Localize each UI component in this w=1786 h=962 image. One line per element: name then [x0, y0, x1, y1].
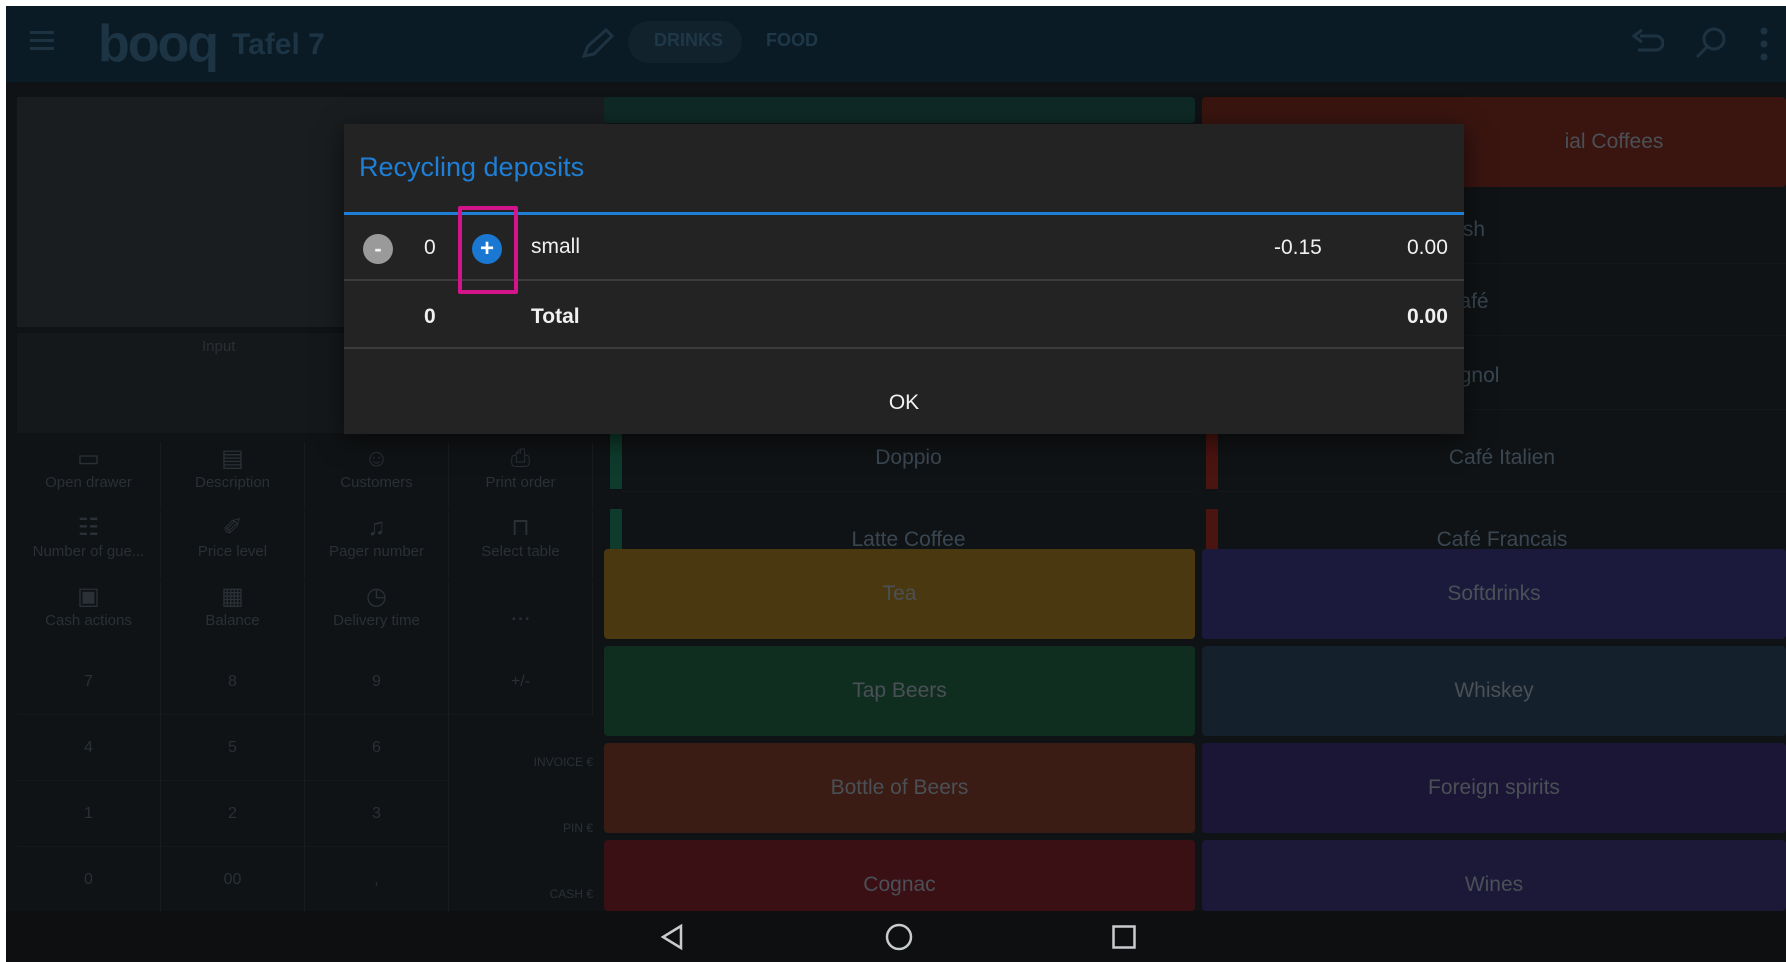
category-cognac[interactable]: Cognac — [604, 840, 1195, 911]
action-pager-number[interactable]: ♫ Pager number — [305, 511, 449, 578]
search-icon[interactable] — [1694, 26, 1728, 66]
action-balance[interactable]: ▦ Balance — [161, 580, 305, 647]
deposit-quantity: 0 — [424, 236, 436, 259]
category-softdrinks[interactable]: Softdrinks — [1202, 549, 1786, 639]
pay-pin-label: PIN € — [562, 821, 593, 835]
app-screen: booq Tafel 7 DRINKS FOOD Input ▭ Open dra… — [6, 6, 1786, 962]
undo-icon[interactable] — [1630, 28, 1665, 64]
action-delivery-time[interactable]: ◷ Delivery time — [305, 580, 449, 647]
key-8[interactable]: 8 — [161, 649, 305, 715]
recycling-deposits-dialog: Recycling deposits - 0 + small -0.15 0.0… — [344, 124, 1464, 434]
product-cafe-italien[interactable]: Café Italien — [1218, 424, 1786, 492]
key-6[interactable]: 6 — [305, 715, 449, 781]
booq-logo: booq — [98, 15, 219, 73]
color-bar — [1206, 509, 1218, 549]
action-more[interactable]: ... — [449, 580, 593, 647]
pay-cash-button[interactable]: CASH € — [449, 847, 593, 909]
action-description[interactable]: ▤ Description — [161, 442, 305, 509]
pay-invoice-button[interactable]: INVOICE € — [449, 715, 593, 781]
key-comma[interactable]: , — [305, 847, 449, 913]
category-tap-beers[interactable]: Tap Beers — [604, 646, 1195, 736]
action-customers[interactable]: ☺ Customers — [305, 442, 449, 509]
deposit-amount: 0.00 — [1407, 236, 1448, 259]
key-3[interactable]: 3 — [305, 781, 449, 847]
tab-drinks-label: DRINKS — [654, 30, 724, 50]
android-nav-bar — [6, 911, 1786, 962]
action-price-level[interactable]: ✐ Price level — [161, 511, 305, 578]
deposit-unit-price: -0.15 — [1274, 236, 1322, 259]
key-plus-minus[interactable]: +/- — [449, 649, 593, 715]
key-4[interactable]: 4 — [17, 715, 161, 781]
action-cash-actions[interactable]: ▣ Cash actions — [17, 580, 161, 647]
category-bottle-of-beers[interactable]: Bottle of Beers — [604, 743, 1195, 833]
total-label: Total — [531, 305, 580, 328]
pay-cash-label: CASH € — [549, 887, 593, 901]
dialog-title: Recycling deposits — [359, 152, 585, 182]
action-print-order[interactable]: ⎙ Print order — [449, 442, 593, 509]
color-bar — [1206, 429, 1218, 489]
action-number-of-guests[interactable]: ☷ Number of gue... — [17, 511, 161, 578]
key-00[interactable]: 00 — [161, 847, 305, 913]
total-amount: 0.00 — [1407, 305, 1448, 328]
product-doppio[interactable]: Doppio — [622, 424, 1195, 492]
coffee-header-tile[interactable] — [604, 97, 1195, 123]
key-1[interactable]: 1 — [17, 781, 161, 847]
recents-icon[interactable] — [1111, 924, 1137, 955]
back-icon[interactable] — [659, 923, 685, 956]
tab-food[interactable]: FOOD — [766, 30, 818, 51]
key-2[interactable]: 2 — [161, 781, 305, 847]
category-tea[interactable]: Tea — [604, 549, 1195, 639]
category-whiskey[interactable]: Whiskey — [1202, 646, 1786, 736]
key-5[interactable]: 5 — [161, 715, 305, 781]
total-quantity: 0 — [424, 305, 436, 328]
menu-icon[interactable] — [28, 28, 58, 60]
color-bar — [610, 429, 622, 489]
key-7[interactable]: 7 — [17, 649, 161, 715]
category-wines[interactable]: Wines — [1202, 840, 1786, 911]
top-bar: booq Tafel 7 DRINKS FOOD — [6, 6, 1786, 82]
ok-button[interactable]: OK — [344, 372, 1464, 434]
input-label: Input — [202, 338, 236, 355]
color-bar — [610, 509, 622, 549]
pencil-icon[interactable] — [580, 27, 616, 68]
category-foreign-spirits[interactable]: Foreign spirits — [1202, 743, 1786, 833]
key-9[interactable]: 9 — [305, 649, 449, 715]
home-icon[interactable] — [884, 922, 914, 957]
deposit-name: small — [531, 235, 581, 258]
pay-pin-button[interactable]: PIN € — [449, 781, 593, 847]
decrement-button[interactable]: - — [363, 234, 393, 264]
pay-invoice-label: INVOICE € — [533, 755, 593, 769]
highlight-box — [458, 206, 518, 294]
more-vert-icon[interactable] — [1758, 26, 1770, 68]
table-title: Tafel 7 — [232, 28, 325, 61]
action-open-drawer[interactable]: ▭ Open drawer — [17, 442, 161, 509]
key-0[interactable]: 0 — [17, 847, 161, 913]
action-select-table[interactable]: ⊓ Select table — [449, 511, 593, 578]
